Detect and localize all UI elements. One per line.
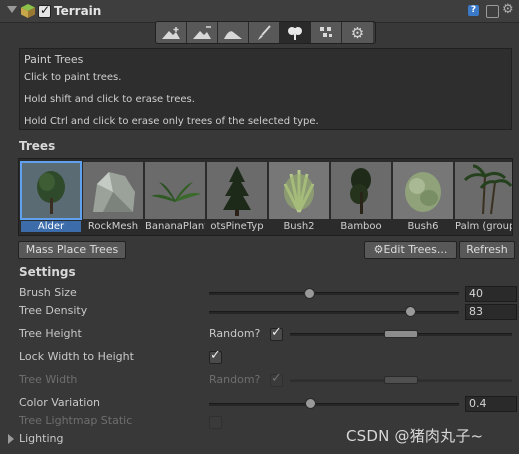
color-variation-slider-knob[interactable] bbox=[305, 398, 316, 409]
tree-icon bbox=[288, 26, 302, 40]
tree-label: Bamboo bbox=[340, 221, 382, 232]
edit-trees-label: Edit Trees... bbox=[383, 243, 448, 256]
help-book-icon[interactable]: ? bbox=[468, 5, 479, 16]
tool-paint-details[interactable] bbox=[311, 22, 342, 43]
tree-density-label: Tree Density bbox=[19, 304, 88, 317]
help-box: Paint Trees Click to paint trees. Hold s… bbox=[19, 48, 512, 130]
tree-density-field[interactable]: 83 bbox=[465, 304, 517, 320]
gear-icon[interactable]: ⚙ bbox=[502, 2, 514, 17]
tree-tile-alder[interactable]: Alder bbox=[20, 161, 82, 234]
tree-thumbnail bbox=[331, 162, 391, 219]
lightmap-static-checkbox bbox=[209, 416, 222, 429]
lightmap-static-label: Tree Lightmap Static bbox=[19, 414, 133, 427]
tool-smooth-height[interactable] bbox=[218, 22, 249, 43]
tree-width-random-label: Random? bbox=[209, 373, 261, 386]
color-variation-slider[interactable] bbox=[209, 403, 459, 406]
brush-size-field[interactable]: 40 bbox=[465, 286, 517, 302]
tree-label: otsPineTyp bbox=[210, 221, 264, 232]
tree-thumbnail bbox=[393, 162, 453, 219]
tree-tile-bamboo[interactable]: Bamboo bbox=[331, 162, 391, 234]
tree-tile-bananaplant[interactable]: BananaPlant bbox=[145, 162, 205, 234]
brush-size-label: Brush Size bbox=[19, 286, 77, 299]
tree-height-random-label: Random? bbox=[209, 327, 261, 340]
watermark: CSDN @猪肉丸子~ bbox=[346, 427, 484, 445]
preset-icon[interactable] bbox=[486, 5, 499, 18]
tool-paint-height[interactable] bbox=[187, 22, 218, 43]
foldout-arrow-icon[interactable] bbox=[7, 6, 17, 13]
lighting-foldout-arrow-icon[interactable] bbox=[8, 434, 14, 444]
tree-thumbnail bbox=[207, 162, 267, 219]
component-title: Terrain bbox=[54, 4, 102, 18]
tree-height-random-checkbox[interactable]: ✓ bbox=[270, 325, 283, 341]
tree-tile-bush6[interactable]: Bush6 bbox=[393, 162, 453, 234]
tree-tile-pine[interactable]: otsPineTyp bbox=[207, 162, 267, 234]
tree-height-range-handle[interactable] bbox=[384, 330, 418, 338]
tree-palette: Alder RockMesh BananaPlant otsPineTyp Bu… bbox=[18, 158, 513, 236]
tree-width-random-checkbox: ✓ bbox=[270, 371, 283, 387]
paint-height-icon bbox=[193, 25, 211, 39]
lock-width-label: Lock Width to Height bbox=[19, 350, 134, 363]
color-variation-field[interactable]: 0.4 bbox=[465, 396, 517, 412]
tree-tile-bush2[interactable]: Bush2 bbox=[269, 162, 329, 234]
tree-density-slider-knob[interactable] bbox=[405, 306, 416, 317]
tree-label: BananaPlant bbox=[145, 221, 205, 232]
refresh-button[interactable]: Refresh bbox=[459, 241, 515, 259]
tree-thumbnail bbox=[145, 162, 205, 219]
tree-tile-rockmesh[interactable]: RockMesh bbox=[83, 162, 143, 234]
lighting-foldout-label[interactable]: Lighting bbox=[19, 432, 63, 445]
help-line: Hold shift and click to erase trees. bbox=[24, 94, 195, 105]
tree-thumbnail bbox=[269, 162, 329, 219]
tree-height-label: Tree Height bbox=[19, 327, 82, 340]
terrain-cube-icon bbox=[21, 4, 35, 18]
settings-heading: Settings bbox=[19, 265, 76, 279]
component-enabled-checkbox[interactable]: ✓ bbox=[38, 3, 51, 18]
edit-trees-button[interactable]: ⚙Edit Trees... bbox=[364, 241, 457, 259]
tool-raise-lower[interactable] bbox=[156, 22, 187, 43]
tree-tile-palm[interactable]: Palm (group bbox=[455, 162, 513, 234]
tree-thumbnail bbox=[455, 162, 512, 219]
gear-icon: ⚙ bbox=[373, 243, 384, 256]
brush-size-slider[interactable] bbox=[209, 292, 459, 295]
gear-icon: ⚙ bbox=[350, 23, 365, 42]
help-title: Paint Trees bbox=[24, 53, 84, 66]
brush-size-slider-knob[interactable] bbox=[304, 288, 315, 299]
terrain-toolbar: ⚙ bbox=[155, 21, 376, 44]
tool-place-trees[interactable] bbox=[280, 22, 311, 43]
tree-label: Palm (group bbox=[455, 221, 513, 232]
tool-terrain-settings[interactable]: ⚙ bbox=[342, 22, 373, 43]
tree-width-range-handle bbox=[384, 376, 418, 384]
tree-width-label: Tree Width bbox=[19, 373, 78, 386]
tree-thumbnail bbox=[20, 161, 82, 220]
smooth-height-icon bbox=[224, 30, 242, 39]
paint-brush-icon bbox=[258, 24, 271, 40]
help-line: Hold Ctrl and click to erase only trees … bbox=[24, 116, 319, 127]
tree-label: RockMesh bbox=[87, 221, 139, 232]
tree-thumbnail bbox=[83, 162, 143, 219]
color-variation-label: Color Variation bbox=[19, 396, 101, 409]
mass-place-trees-button[interactable]: Mass Place Trees bbox=[18, 241, 126, 259]
help-line: Click to paint trees. bbox=[24, 72, 122, 83]
tree-density-slider[interactable] bbox=[209, 311, 459, 314]
raise-terrain-icon bbox=[162, 26, 180, 39]
tree-label: Bush2 bbox=[283, 221, 315, 232]
lock-width-checkbox[interactable]: ✓ bbox=[209, 348, 222, 364]
trees-heading: Trees bbox=[19, 139, 56, 153]
tool-paint-texture[interactable] bbox=[249, 22, 280, 43]
grass-icon bbox=[320, 26, 332, 37]
tree-label: Bush6 bbox=[407, 221, 439, 232]
tree-label: Alder bbox=[21, 221, 81, 232]
